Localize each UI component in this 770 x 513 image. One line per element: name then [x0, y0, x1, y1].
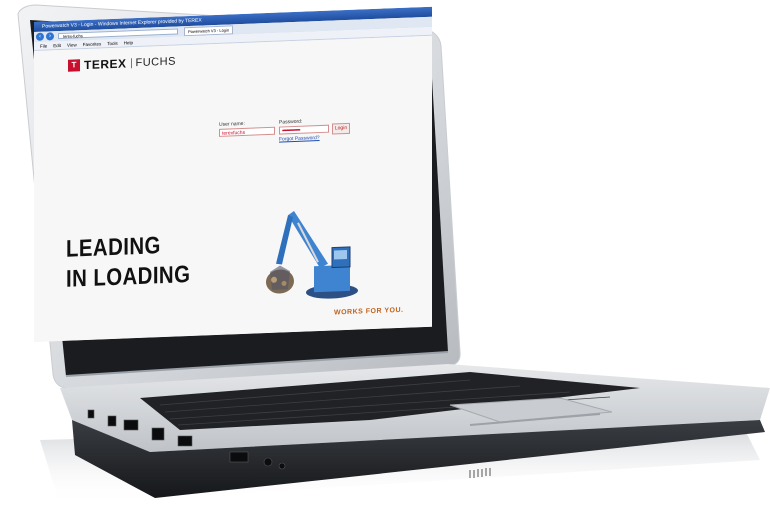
tagline: WORKS FOR YOU. — [334, 306, 404, 317]
login-button[interactable]: Login — [332, 122, 350, 135]
logo-divider — [130, 58, 132, 69]
menu-favorites[interactable]: Favorites — [83, 39, 102, 48]
username-input[interactable]: terexfuchs — [219, 126, 275, 137]
machine-stick — [276, 215, 293, 265]
password-label: Password: — [279, 118, 303, 126]
menu-file[interactable]: File — [40, 41, 47, 49]
username-label: User name: — [219, 120, 245, 128]
forward-icon[interactable]: › — [46, 32, 54, 41]
logo-fuchs-text: FUCHS — [135, 55, 176, 70]
brand-logo: T TEREX FUCHS — [68, 55, 176, 73]
menu-view[interactable]: View — [67, 40, 77, 48]
password-input[interactable]: •••••••••••••••• — [279, 124, 329, 135]
laptop-scene: Powerwatch V3 - Login - Windows Internet… — [0, 0, 770, 513]
menu-edit[interactable]: Edit — [53, 41, 61, 49]
menu-tools[interactable]: Tools — [107, 39, 118, 47]
logo-terex-text: TEREX — [84, 56, 127, 73]
machine-boom — [288, 211, 328, 269]
slogan-line-2: IN LOADING — [66, 260, 191, 293]
screen-display: Powerwatch V3 - Login - Windows Internet… — [34, 6, 432, 342]
material-handler-illustration — [266, 211, 358, 299]
login-page: T TEREX FUCHS User name: terexfuchs Pass… — [34, 35, 432, 342]
slogan-line-1: LEADING — [66, 232, 161, 263]
terex-badge-icon: T — [68, 59, 80, 72]
forgot-password-link[interactable]: Forgot Password? — [279, 135, 320, 143]
machine-body — [314, 264, 350, 293]
slogan: LEADING IN LOADING — [66, 230, 190, 295]
hydraulic-cylinder — [297, 222, 319, 263]
back-icon[interactable]: ‹ — [36, 32, 44, 41]
cab-window — [334, 249, 347, 260]
menu-help[interactable]: Help — [124, 38, 133, 46]
